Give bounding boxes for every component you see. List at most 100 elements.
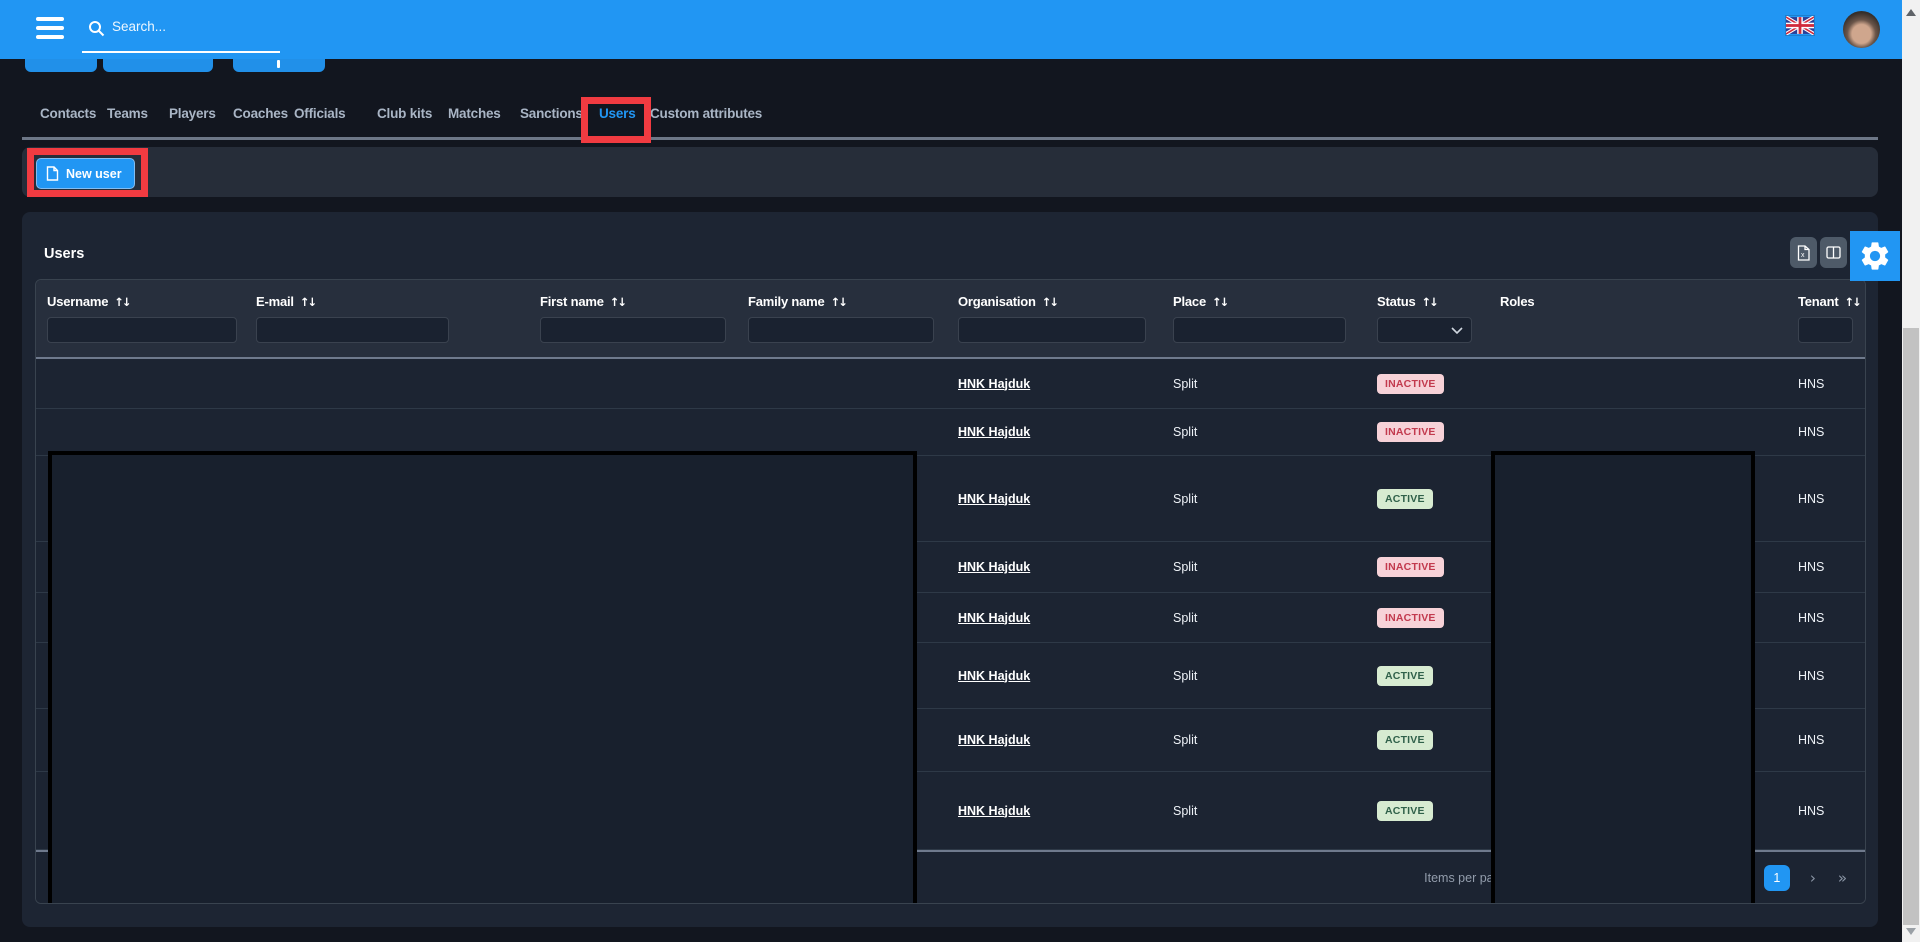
tab-club-kits[interactable]: Club kits — [377, 106, 432, 121]
current-page-button[interactable]: 1 — [1764, 865, 1790, 891]
place-cell: Split — [1173, 611, 1197, 625]
sort-icon[interactable]: ↑↓ — [831, 295, 846, 309]
language-flag-icon[interactable] — [1786, 16, 1814, 35]
column-header-tenant[interactable]: Tenant↑↓ — [1798, 294, 1860, 309]
excel-file-icon: x — [1797, 245, 1810, 261]
organisation-link[interactable]: HNK Hajduk — [958, 425, 1030, 439]
panel-title: Users — [44, 246, 84, 262]
tenant-cell: HNS — [1798, 560, 1824, 574]
filter-organisation[interactable] — [958, 317, 1146, 343]
filter-username[interactable] — [47, 317, 237, 343]
search-underline — [82, 51, 280, 53]
app-bar — [0, 0, 1920, 59]
status-badge: INACTIVE — [1377, 422, 1444, 442]
cutoff-action-button-1[interactable] — [25, 59, 97, 72]
column-header-first-name[interactable]: First name↑↓ — [540, 294, 625, 309]
annotation-box-new-user — [27, 148, 148, 197]
tabs-underline — [22, 137, 1878, 140]
annotation-box-users-tab — [581, 97, 651, 143]
status-badge: INACTIVE — [1377, 374, 1444, 394]
place-cell: Split — [1173, 733, 1197, 747]
redaction-box-roles-column — [1491, 451, 1755, 904]
magnifier-icon — [88, 20, 105, 37]
actions-toolbar: New user — [22, 147, 1878, 197]
tenant-cell: HNS — [1798, 733, 1824, 747]
organisation-link[interactable]: HNK Hajduk — [958, 560, 1030, 574]
tab-teams[interactable]: Teams — [107, 106, 148, 121]
gear-icon — [1858, 239, 1892, 273]
organisation-link[interactable]: HNK Hajduk — [958, 492, 1030, 506]
tenant-cell: HNS — [1798, 669, 1824, 683]
column-header-organisation[interactable]: Organisation↑↓ — [958, 294, 1057, 309]
cutoff-action-button-3[interactable] — [233, 59, 325, 72]
tab-coaches[interactable]: Coaches — [233, 106, 288, 121]
last-page-button[interactable]: » — [1836, 869, 1849, 887]
scroll-down-arrow-icon[interactable] — [1906, 928, 1916, 935]
app-screen: Contacts Teams Players Coaches Officials… — [0, 0, 1920, 942]
search-input[interactable] — [110, 18, 279, 35]
place-cell: Split — [1173, 560, 1197, 574]
filter-place[interactable] — [1173, 317, 1346, 343]
organisation-link[interactable]: HNK Hajduk — [958, 377, 1030, 391]
tenant-cell: HNS — [1798, 492, 1824, 506]
status-badge: ACTIVE — [1377, 730, 1433, 750]
filter-first-name[interactable] — [540, 317, 726, 343]
table-row: HNK Hajduk Split INACTIVE HNS — [36, 409, 1865, 456]
sort-icon[interactable]: ↑↓ — [1422, 295, 1437, 309]
cutoff-action-button-2[interactable] — [103, 59, 213, 72]
scrollbar-thumb[interactable] — [1903, 328, 1919, 925]
filter-family-name[interactable] — [748, 317, 934, 343]
column-header-family-name[interactable]: Family name↑↓ — [748, 294, 846, 309]
settings-gear-button[interactable] — [1850, 231, 1900, 281]
scrollbar[interactable] — [1902, 0, 1920, 942]
organisation-link[interactable]: HNK Hajduk — [958, 804, 1030, 818]
filter-email[interactable] — [256, 317, 449, 343]
tenant-cell: HNS — [1798, 804, 1824, 818]
scroll-up-arrow-icon[interactable] — [1906, 9, 1916, 16]
status-badge: ACTIVE — [1377, 666, 1433, 686]
columns-icon — [1826, 246, 1841, 259]
chevron-down-icon — [1451, 327, 1463, 334]
tab-contacts[interactable]: Contacts — [40, 106, 96, 121]
filter-status-select[interactable] — [1377, 317, 1472, 343]
place-cell: Split — [1173, 669, 1197, 683]
filter-tenant[interactable] — [1798, 317, 1853, 343]
column-header-username[interactable]: Username↑↓ — [47, 294, 130, 309]
export-excel-button[interactable]: x — [1790, 237, 1817, 268]
column-header-place[interactable]: Place↑↓ — [1173, 294, 1227, 309]
column-header-status[interactable]: Status↑↓ — [1377, 294, 1437, 309]
place-cell: Split — [1173, 804, 1197, 818]
place-cell: Split — [1173, 377, 1197, 391]
tab-players[interactable]: Players — [169, 106, 216, 121]
status-badge: INACTIVE — [1377, 557, 1444, 577]
global-search — [82, 12, 280, 52]
place-cell: Split — [1173, 492, 1197, 506]
tenant-cell: HNS — [1798, 425, 1824, 439]
tab-officials[interactable]: Officials — [294, 106, 345, 121]
sort-icon[interactable]: ↑↓ — [114, 295, 129, 309]
sort-icon[interactable]: ↑↓ — [1212, 295, 1227, 309]
organisation-link[interactable]: HNK Hajduk — [958, 733, 1030, 747]
user-avatar[interactable] — [1843, 11, 1880, 48]
tenant-cell: HNS — [1798, 377, 1824, 391]
column-settings-button[interactable] — [1820, 237, 1847, 268]
sort-icon[interactable]: ↑↓ — [1844, 295, 1859, 309]
svg-text:x: x — [1801, 252, 1805, 259]
status-badge: ACTIVE — [1377, 801, 1433, 821]
table-header: Username↑↓ E-mail↑↓ First name↑↓ Family … — [36, 280, 1865, 359]
organisation-link[interactable]: HNK Hajduk — [958, 669, 1030, 683]
tab-custom-attributes[interactable]: Custom attributes — [650, 106, 762, 121]
sort-icon[interactable]: ↑↓ — [610, 295, 625, 309]
tab-sanctions[interactable]: Sanctions — [520, 106, 583, 121]
tab-matches[interactable]: Matches — [448, 106, 501, 121]
organisation-link[interactable]: HNK Hajduk — [958, 611, 1030, 625]
column-header-email[interactable]: E-mail↑↓ — [256, 294, 315, 309]
users-panel: Users x Username↑↓ E-mail↑↓ First name↑↓… — [22, 212, 1878, 927]
sort-icon[interactable]: ↑↓ — [300, 295, 315, 309]
hamburger-menu-icon[interactable] — [36, 17, 64, 41]
next-page-button[interactable]: › — [1808, 869, 1818, 887]
place-cell: Split — [1173, 425, 1197, 439]
status-badge: ACTIVE — [1377, 489, 1433, 509]
table-body: HNK Hajduk Split INACTIVE HNS HNK Hajduk Spli… — [36, 359, 1865, 850]
sort-icon[interactable]: ↑↓ — [1042, 295, 1057, 309]
